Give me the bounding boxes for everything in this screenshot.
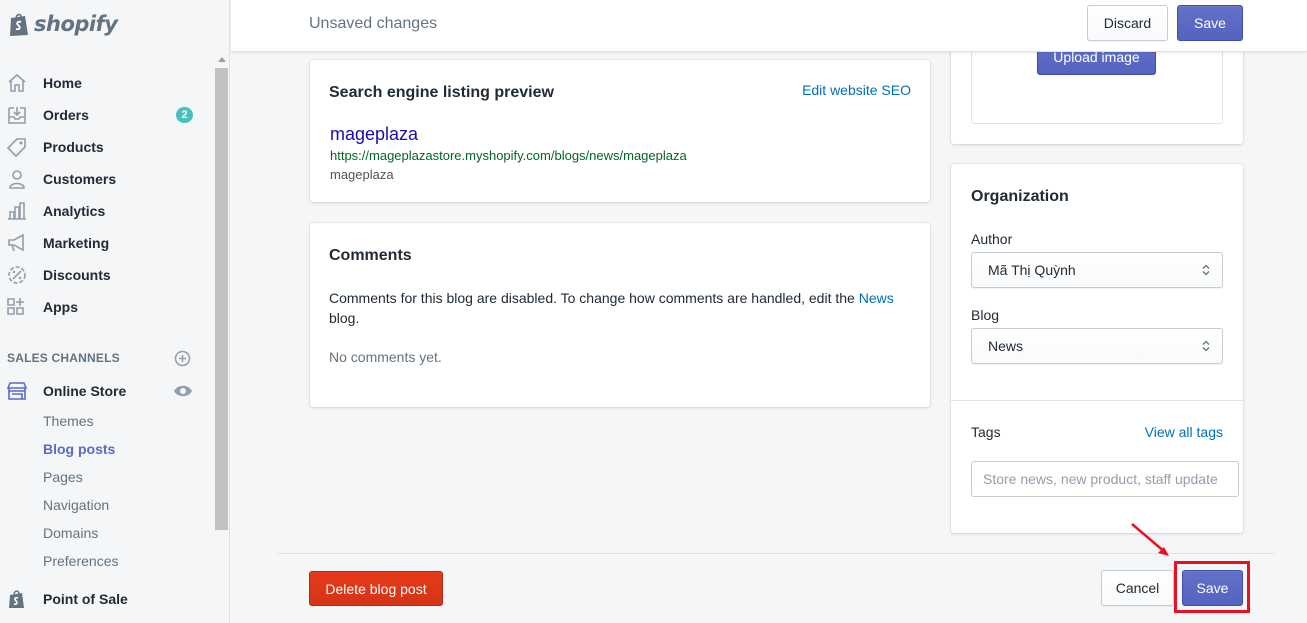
apps-icon — [7, 298, 24, 315]
seo-preview-description: mageplaza — [330, 167, 394, 182]
cancel-button[interactable]: Cancel — [1101, 570, 1174, 606]
comments-disabled-text: Comments for this blog are disabled. To … — [329, 288, 909, 328]
nav-label: Online Store — [43, 383, 127, 399]
nav-item-products[interactable]: Products — [0, 131, 212, 163]
organization-title: Organization — [971, 188, 1069, 205]
brand-name: shopify — [34, 12, 118, 36]
top-save-button[interactable]: Save — [1177, 5, 1243, 41]
shopify-logo[interactable]: shopify — [8, 8, 118, 40]
subnav-item-navigation[interactable]: Navigation — [0, 491, 212, 519]
shopify-bag-icon — [10, 13, 28, 36]
contextual-save-bar: Unsaved changes Discard Save — [231, 0, 1307, 52]
nav-label: Products — [43, 139, 104, 155]
subnav-item-preferences[interactable]: Preferences — [0, 547, 212, 575]
view-all-tags-link[interactable]: View all tags — [1145, 424, 1223, 440]
comments-card-title: Comments — [329, 247, 412, 264]
eye-icon[interactable] — [173, 383, 193, 399]
delete-blog-post-button[interactable]: Delete blog post — [309, 571, 443, 606]
nav-label: Apps — [43, 299, 78, 315]
nav-label: Customers — [43, 171, 117, 187]
seo-card-title: Search engine listing preview — [329, 84, 554, 101]
store-icon — [6, 382, 28, 400]
nav-item-point-of-sale[interactable]: Point of Sale — [0, 583, 212, 615]
no-comments-text: No comments yet. — [329, 349, 442, 365]
comments-text-after: blog. — [329, 310, 360, 326]
discount-icon — [8, 266, 26, 284]
blog-select-value: News — [988, 338, 1024, 354]
tags-label: Tags — [971, 424, 1001, 440]
sales-channels-heading: SALES CHANNELS — [7, 351, 120, 365]
nav-label: Point of Sale — [43, 591, 128, 607]
seo-preview-title: mageplaza — [330, 124, 419, 144]
nav-label: Analytics — [43, 203, 106, 219]
blog-select[interactable]: News — [971, 328, 1223, 364]
unsaved-changes-title: Unsaved changes — [309, 15, 438, 32]
nav-label: Marketing — [43, 235, 110, 251]
megaphone-icon — [8, 233, 24, 252]
author-label: Author — [971, 231, 1013, 247]
nav-label: Discounts — [43, 267, 111, 283]
shopify-bag-icon — [9, 590, 24, 608]
edit-website-seo-link[interactable]: Edit website SEO — [802, 82, 911, 98]
annotation-arrow-icon — [1131, 523, 1169, 556]
nav-label: Home — [43, 75, 82, 91]
nav-item-customers[interactable]: Customers — [0, 163, 212, 195]
orders-icon — [8, 107, 26, 124]
nav-label: Orders — [43, 107, 89, 123]
subnav-item-pages[interactable]: Pages — [0, 463, 212, 491]
home-icon — [8, 73, 26, 92]
tag-icon — [6, 138, 26, 157]
sidebar-scrollbar-thumb[interactable] — [215, 68, 228, 530]
news-blog-link[interactable]: News — [859, 290, 894, 306]
subnav-item-domains[interactable]: Domains — [0, 519, 212, 547]
organization-divider — [951, 400, 1243, 401]
main-nav: Home Orders 2 Products Customers Analyti… — [0, 67, 212, 323]
scroll-up-icon[interactable] — [218, 57, 226, 62]
save-button-highlight-annotation — [1174, 561, 1250, 613]
comments-card: Comments Comments for this blog are disa… — [310, 223, 930, 407]
bar-chart-icon — [8, 202, 26, 220]
add-sales-channel-icon[interactable] — [174, 350, 191, 367]
seo-preview-card: Search engine listing preview Edit websi… — [310, 60, 930, 202]
featured-image-card: Upload image — [951, 40, 1243, 144]
blog-label: Blog — [971, 307, 1000, 323]
select-arrows-icon — [1202, 340, 1210, 352]
nav-item-orders[interactable]: Orders 2 — [0, 99, 212, 131]
nav-item-online-store[interactable]: Online Store — [0, 375, 212, 407]
nav-item-discounts[interactable]: Discounts — [0, 259, 212, 291]
author-select[interactable]: Mã Thị Quỳnh — [971, 252, 1223, 288]
comments-text-before: Comments for this blog are disabled. To … — [329, 290, 859, 306]
organization-card: Organization Author Mã Thị Quỳnh Blog Ne… — [951, 164, 1243, 533]
footer-divider — [277, 553, 1275, 554]
point-of-sale-row[interactable]: Point of Sale — [0, 583, 212, 615]
nav-item-home[interactable]: Home — [0, 67, 212, 99]
nav-item-marketing[interactable]: Marketing — [0, 227, 212, 259]
online-store-row[interactable]: Online Store — [0, 375, 212, 407]
subnav-item-blog-posts[interactable]: Blog posts — [0, 435, 212, 463]
tags-input[interactable]: Store news, new product, staff update — [971, 461, 1239, 497]
sidebar: shopify Home Orders 2 Products Customers… — [0, 0, 230, 623]
orders-count-badge: 2 — [176, 107, 193, 123]
seo-preview-url: https://mageplazastore.myshopify.com/blo… — [330, 148, 687, 163]
subnav-item-themes[interactable]: Themes — [0, 407, 212, 435]
nav-item-analytics[interactable]: Analytics — [0, 195, 212, 227]
person-icon — [9, 170, 25, 189]
nav-item-apps[interactable]: Apps — [0, 291, 212, 323]
discard-button[interactable]: Discard — [1087, 5, 1168, 41]
select-arrows-icon — [1202, 264, 1210, 276]
author-select-value: Mã Thị Quỳnh — [988, 262, 1076, 278]
online-store-subnav: Themes Blog posts Pages Navigation Domai… — [0, 407, 212, 575]
